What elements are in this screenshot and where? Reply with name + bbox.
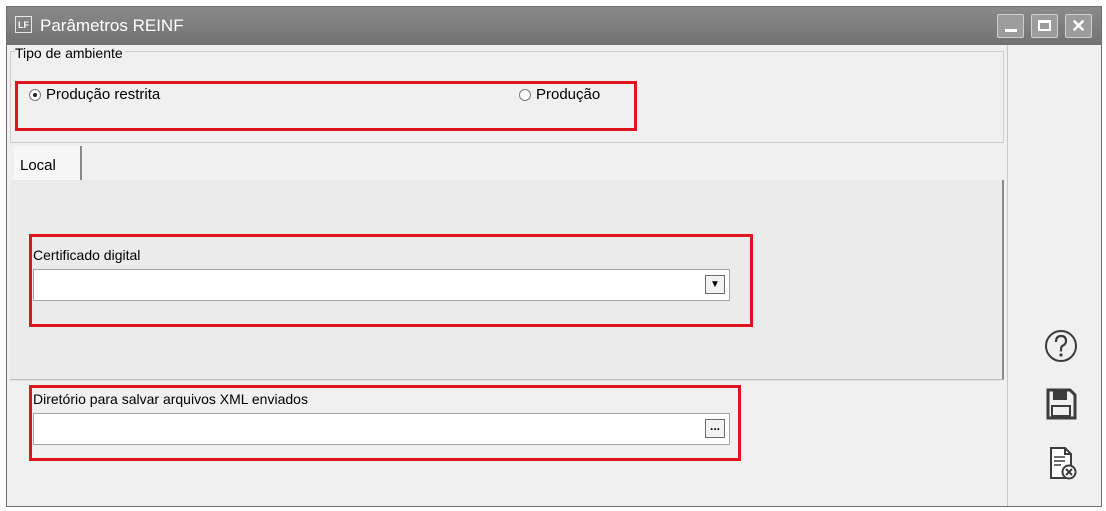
close-icon: ✕: [1070, 16, 1087, 36]
tipo-ambiente-legend: Tipo de ambiente: [15, 45, 125, 61]
window-title: Parâmetros REINF: [40, 16, 184, 35]
tab-strip: Local: [10, 144, 1004, 180]
parametros-reinf-window: LF Parâmetros REINF ✕ Tipo de ambiente P…: [6, 6, 1102, 507]
save-icon[interactable]: [1043, 386, 1079, 422]
tab-label: Local: [20, 157, 56, 174]
help-icon[interactable]: [1043, 328, 1079, 364]
highlight-box: [29, 385, 741, 461]
close-button[interactable]: ✕: [1065, 14, 1092, 38]
app-icon: LF: [15, 16, 32, 33]
cancel-document-icon[interactable]: [1043, 445, 1079, 481]
title-bar[interactable]: LF Parâmetros REINF ✕: [7, 7, 1101, 45]
highlight-box: [15, 81, 637, 131]
maximize-icon: [1038, 20, 1051, 31]
minimize-icon: [1005, 29, 1017, 32]
minimize-button[interactable]: [997, 14, 1024, 38]
highlight-box: [29, 234, 753, 327]
maximize-button[interactable]: [1031, 14, 1058, 38]
side-action-panel: [1007, 45, 1101, 506]
content-area: Tipo de ambiente Produção restrita Produ…: [7, 45, 1007, 506]
tab-local[interactable]: Local: [14, 146, 82, 180]
